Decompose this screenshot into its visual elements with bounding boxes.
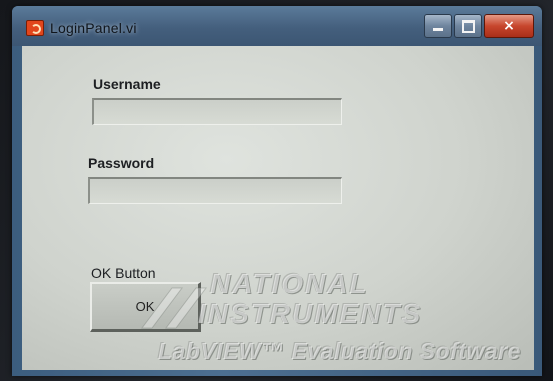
minimize-button[interactable] [424,14,452,38]
watermark-line-2: INSTRUMENTS [198,298,423,329]
window-title: LoginPanel.vi [50,20,137,36]
title-bar[interactable]: LoginPanel.vi × [12,6,542,46]
front-panel: Username Password OK Button OK NATIONAL … [22,46,534,370]
password-field[interactable] [88,177,342,204]
desktop-background: LoginPanel.vi × Username Password OK But… [0,0,553,381]
watermark-line-3: LabVIEW™ Evaluation Software [158,338,521,364]
close-icon: × [503,18,515,34]
password-label: Password [88,155,155,171]
username-field[interactable] [92,98,342,125]
minimize-icon [433,28,443,31]
watermark-line-1: NATIONAL [210,268,369,299]
labview-window: LoginPanel.vi × Username Password OK But… [12,6,542,376]
maximize-icon [462,20,475,33]
close-button[interactable]: × [484,14,534,38]
username-label: Username [93,76,161,92]
maximize-button[interactable] [454,14,482,38]
labview-icon [26,20,44,36]
